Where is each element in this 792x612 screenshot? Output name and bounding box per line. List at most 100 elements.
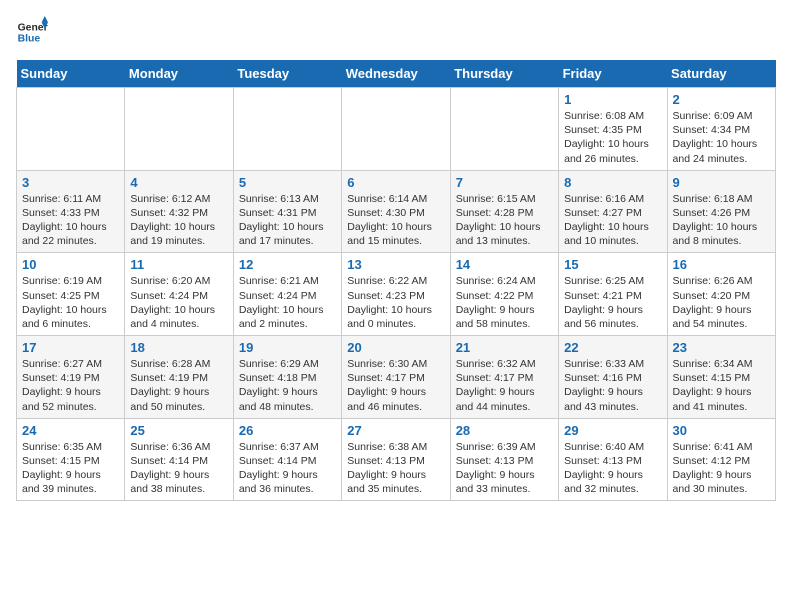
calendar-cell	[17, 88, 125, 171]
calendar-cell: 20Sunrise: 6:30 AMSunset: 4:17 PMDayligh…	[342, 336, 450, 419]
calendar-cell: 17 Sunrise: 6:27 AMSunset: 4:19 PMDayligh…	[17, 336, 125, 419]
calendar-cell: 18 Sunrise: 6:28 AMSunset: 4:19 PMDayligh…	[125, 336, 233, 419]
day-number: 3	[22, 175, 119, 190]
calendar-cell: 25 Sunrise: 6:36 AMSunset: 4:14 PMDayligh…	[125, 418, 233, 501]
day-info: Sunrise: 6:41 AMSunset: 4:12 PMDaylight:…	[673, 440, 770, 497]
day-number: 2	[673, 92, 770, 107]
calendar-cell: 13 Sunrise: 6:22 AMSunset: 4:23 PMDayligh…	[342, 253, 450, 336]
day-info: Sunrise: 6:25 AMSunset: 4:21 PMDaylight:…	[564, 274, 661, 331]
day-info: Sunrise: 6:21 AMSunset: 4:24 PMDaylight:…	[239, 274, 336, 331]
day-number: 24	[22, 423, 119, 438]
calendar-cell: 14Sunrise: 6:24 AMSunset: 4:22 PMDayligh…	[450, 253, 558, 336]
day-number: 4	[130, 175, 227, 190]
day-number: 27	[347, 423, 444, 438]
day-number: 29	[564, 423, 661, 438]
day-info: Sunrise: 6:15 AMSunset: 4:28 PMDaylight:…	[456, 192, 553, 249]
day-info: Sunrise: 6:34 AMSunset: 4:15 PMDaylight:…	[673, 357, 770, 414]
day-number: 6	[347, 175, 444, 190]
calendar-cell: 22 Sunrise: 6:33 AMSunset: 4:16 PMDayligh…	[559, 336, 667, 419]
dow-header: Sunday	[17, 60, 125, 88]
calendar-cell: 12 Sunrise: 6:21 AMSunset: 4:24 PMDayligh…	[233, 253, 341, 336]
dow-header: Thursday	[450, 60, 558, 88]
dow-header: Wednesday	[342, 60, 450, 88]
calendar-cell: 15Sunrise: 6:25 AMSunset: 4:21 PMDayligh…	[559, 253, 667, 336]
calendar-cell: 11 Sunrise: 6:20 AMSunset: 4:24 PMDayligh…	[125, 253, 233, 336]
day-number: 23	[673, 340, 770, 355]
day-info: Sunrise: 6:33 AMSunset: 4:16 PMDaylight:…	[564, 357, 661, 414]
day-info: Sunrise: 6:36 AMSunset: 4:14 PMDaylight:…	[130, 440, 227, 497]
calendar-cell	[125, 88, 233, 171]
calendar-cell: 10 Sunrise: 6:19 AMSunset: 4:25 PMDayligh…	[17, 253, 125, 336]
day-number: 10	[22, 257, 119, 272]
dow-header: Tuesday	[233, 60, 341, 88]
day-info: Sunrise: 6:29 AMSunset: 4:18 PMDaylight:…	[239, 357, 336, 414]
day-number: 5	[239, 175, 336, 190]
calendar-table: SundayMondayTuesdayWednesdayThursdayFrid…	[16, 60, 776, 501]
calendar-cell: 28 Sunrise: 6:39 AMSunset: 4:13 PMDayligh…	[450, 418, 558, 501]
day-number: 14	[456, 257, 553, 272]
day-number: 28	[456, 423, 553, 438]
day-info: Sunrise: 6:16 AMSunset: 4:27 PMDaylight:…	[564, 192, 661, 249]
day-number: 8	[564, 175, 661, 190]
calendar-cell	[233, 88, 341, 171]
day-number: 17	[22, 340, 119, 355]
day-number: 18	[130, 340, 227, 355]
day-info: Sunrise: 6:27 AMSunset: 4:19 PMDaylight:…	[22, 357, 119, 414]
day-info: Sunrise: 6:08 AMSunset: 4:35 PMDaylight:…	[564, 109, 661, 166]
calendar-cell: 9Sunrise: 6:18 AMSunset: 4:26 PMDaylight…	[667, 170, 775, 253]
calendar-cell: 8 Sunrise: 6:16 AMSunset: 4:27 PMDaylight…	[559, 170, 667, 253]
day-number: 21	[456, 340, 553, 355]
day-number: 11	[130, 257, 227, 272]
calendar-header: SundayMondayTuesdayWednesdayThursdayFrid…	[17, 60, 776, 88]
day-info: Sunrise: 6:40 AMSunset: 4:13 PMDaylight:…	[564, 440, 661, 497]
day-info: Sunrise: 6:18 AMSunset: 4:26 PMDaylight:…	[673, 192, 770, 249]
calendar-cell: 4 Sunrise: 6:12 AMSunset: 4:32 PMDaylight…	[125, 170, 233, 253]
day-number: 25	[130, 423, 227, 438]
dow-header: Friday	[559, 60, 667, 88]
day-number: 12	[239, 257, 336, 272]
calendar-cell: 7Sunrise: 6:15 AMSunset: 4:28 PMDaylight…	[450, 170, 558, 253]
calendar-cell: 27 Sunrise: 6:38 AMSunset: 4:13 PMDayligh…	[342, 418, 450, 501]
day-info: Sunrise: 6:09 AMSunset: 4:34 PMDaylight:…	[673, 109, 770, 166]
day-number: 22	[564, 340, 661, 355]
day-info: Sunrise: 6:39 AMSunset: 4:13 PMDaylight:…	[456, 440, 553, 497]
day-number: 19	[239, 340, 336, 355]
dow-header: Monday	[125, 60, 233, 88]
calendar-cell: 1Sunrise: 6:08 AMSunset: 4:35 PMDaylight…	[559, 88, 667, 171]
svg-text:Blue: Blue	[18, 34, 41, 45]
day-number: 13	[347, 257, 444, 272]
day-info: Sunrise: 6:32 AMSunset: 4:17 PMDaylight:…	[456, 357, 553, 414]
day-info: Sunrise: 6:37 AMSunset: 4:14 PMDaylight:…	[239, 440, 336, 497]
day-info: Sunrise: 6:11 AMSunset: 4:33 PMDaylight:…	[22, 192, 119, 249]
calendar-cell	[450, 88, 558, 171]
calendar-cell: 6 Sunrise: 6:14 AMSunset: 4:30 PMDaylight…	[342, 170, 450, 253]
calendar-cell: 21 Sunrise: 6:32 AMSunset: 4:17 PMDayligh…	[450, 336, 558, 419]
day-info: Sunrise: 6:38 AMSunset: 4:13 PMDaylight:…	[347, 440, 444, 497]
calendar-cell: 3 Sunrise: 6:11 AMSunset: 4:33 PMDaylight…	[17, 170, 125, 253]
day-number: 16	[673, 257, 770, 272]
dow-header: Saturday	[667, 60, 775, 88]
day-info: Sunrise: 6:14 AMSunset: 4:30 PMDaylight:…	[347, 192, 444, 249]
day-number: 26	[239, 423, 336, 438]
logo: General Blue	[16, 16, 52, 48]
calendar-cell: 23 Sunrise: 6:34 AMSunset: 4:15 PMDayligh…	[667, 336, 775, 419]
day-info: Sunrise: 6:12 AMSunset: 4:32 PMDaylight:…	[130, 192, 227, 249]
calendar-cell	[342, 88, 450, 171]
calendar-cell: 29 Sunrise: 6:40 AMSunset: 4:13 PMDayligh…	[559, 418, 667, 501]
day-info: Sunrise: 6:26 AMSunset: 4:20 PMDaylight:…	[673, 274, 770, 331]
day-info: Sunrise: 6:22 AMSunset: 4:23 PMDaylight:…	[347, 274, 444, 331]
page-header: General Blue	[16, 16, 776, 48]
calendar-cell: 5 Sunrise: 6:13 AMSunset: 4:31 PMDaylight…	[233, 170, 341, 253]
calendar-cell: 19 Sunrise: 6:29 AMSunset: 4:18 PMDayligh…	[233, 336, 341, 419]
day-info: Sunrise: 6:13 AMSunset: 4:31 PMDaylight:…	[239, 192, 336, 249]
calendar-cell: 16 Sunrise: 6:26 AMSunset: 4:20 PMDayligh…	[667, 253, 775, 336]
day-info: Sunrise: 6:19 AMSunset: 4:25 PMDaylight:…	[22, 274, 119, 331]
day-number: 30	[673, 423, 770, 438]
calendar-cell: 2 Sunrise: 6:09 AMSunset: 4:34 PMDaylight…	[667, 88, 775, 171]
day-info: Sunrise: 6:28 AMSunset: 4:19 PMDaylight:…	[130, 357, 227, 414]
day-info: Sunrise: 6:20 AMSunset: 4:24 PMDaylight:…	[130, 274, 227, 331]
day-number: 20	[347, 340, 444, 355]
day-info: Sunrise: 6:35 AMSunset: 4:15 PMDaylight:…	[22, 440, 119, 497]
calendar-cell: 30 Sunrise: 6:41 AMSunset: 4:12 PMDayligh…	[667, 418, 775, 501]
logo-icon: General Blue	[16, 16, 48, 48]
